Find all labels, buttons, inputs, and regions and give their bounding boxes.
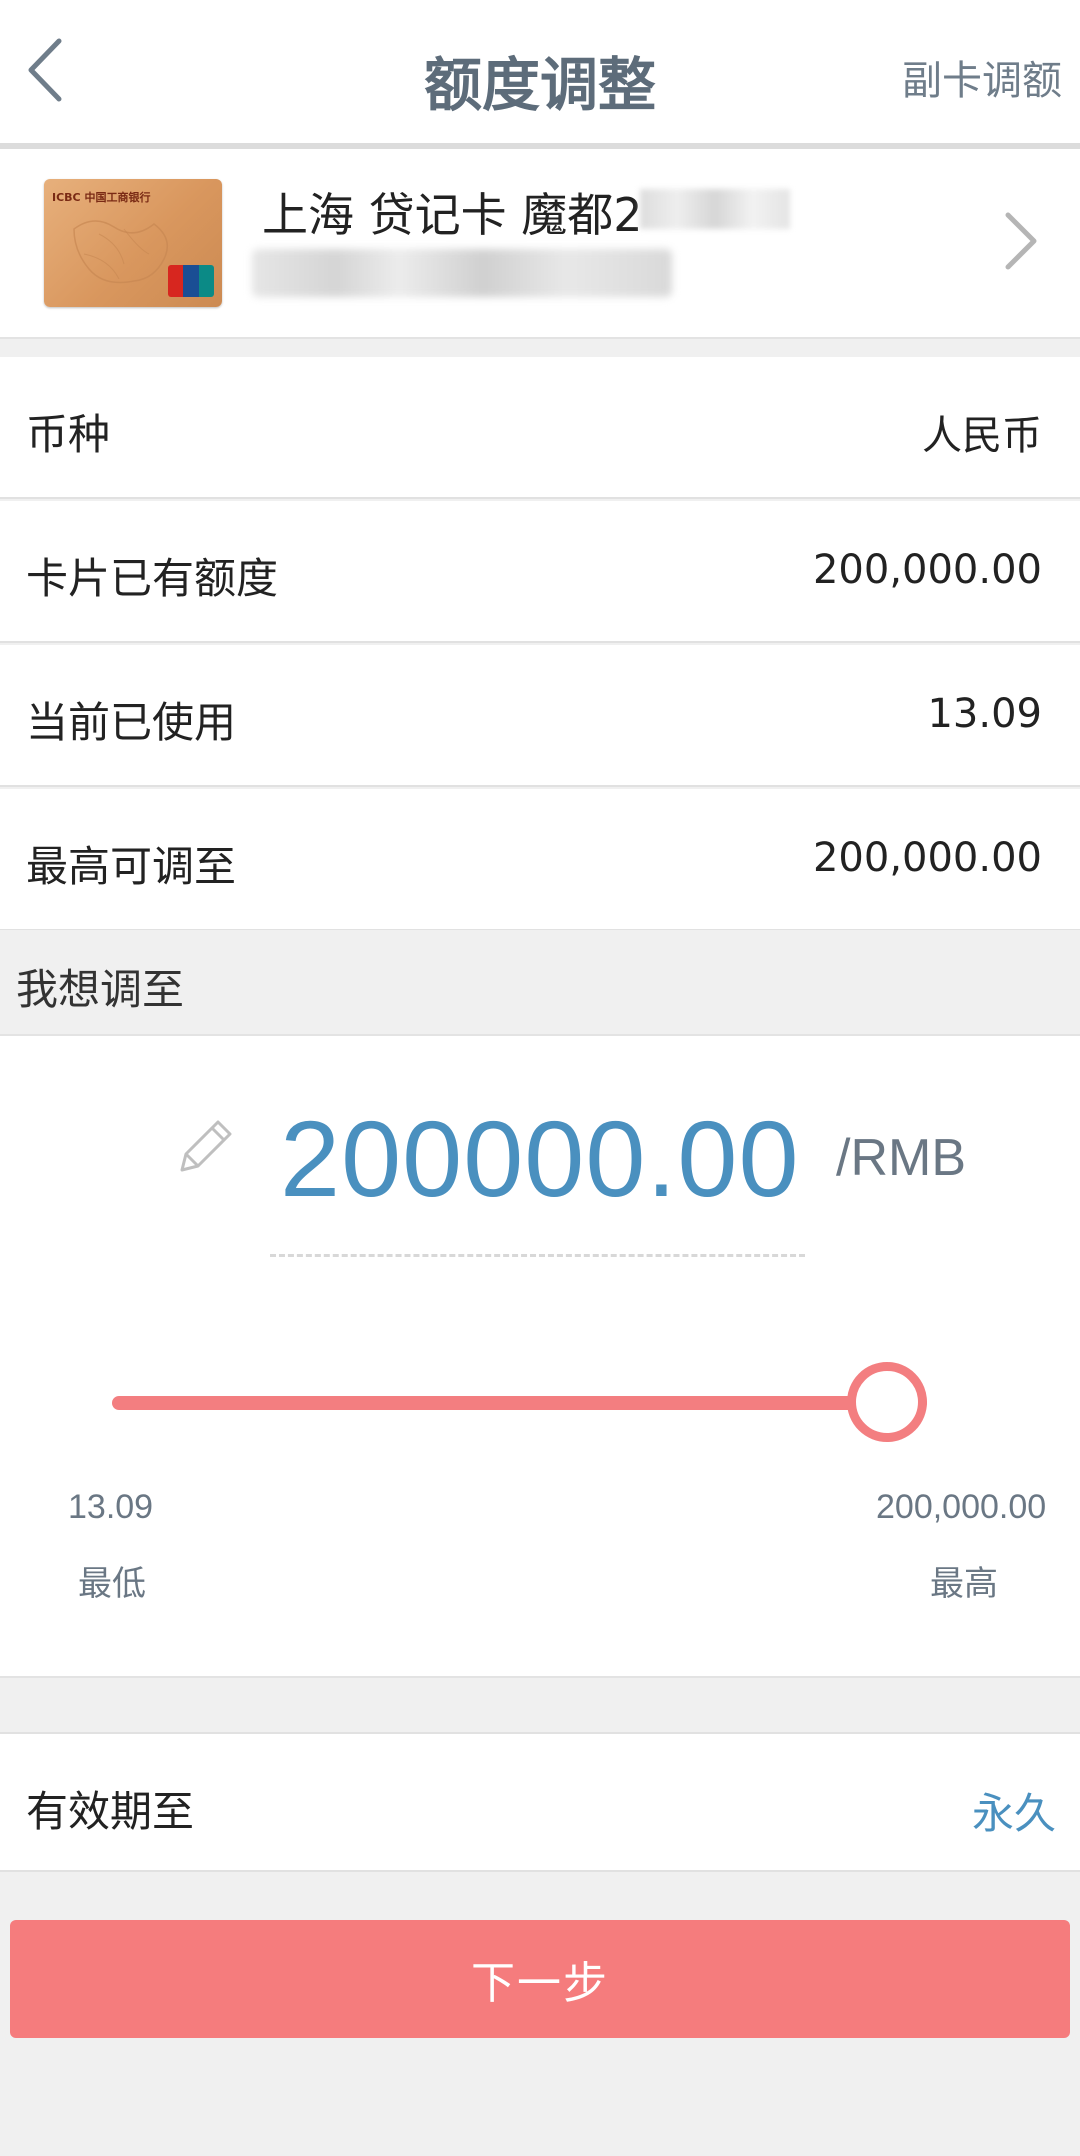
max-adjustable-value: 200,000.00 xyxy=(812,835,1042,881)
card-bank-text: ICBC 中国工商银行 xyxy=(52,191,151,204)
max-adjustable-label: 最高可调至 xyxy=(26,842,237,891)
unionpay-logo xyxy=(168,265,214,297)
currency-row: 币种 人民币 xyxy=(0,357,1080,499)
slider-min-label: 最低 xyxy=(78,1564,146,1604)
currency-label: 币种 xyxy=(26,410,111,459)
header: 额度调整 副卡调额 xyxy=(0,0,1080,143)
used-amount-row: 当前已使用 13.09 xyxy=(0,645,1080,787)
next-step-label: 下一步 xyxy=(471,1958,609,2009)
target-amount-input[interactable]: 200000.00 xyxy=(280,1096,800,1221)
used-amount-label: 当前已使用 xyxy=(26,698,237,747)
used-amount-value: 13.09 xyxy=(927,691,1042,737)
existing-limit-row: 卡片已有额度 200,000.00 xyxy=(0,501,1080,643)
chevron-right-icon xyxy=(996,201,1046,281)
validity-label: 有效期至 xyxy=(26,1787,195,1836)
card-number-redaction xyxy=(252,249,672,297)
target-section-label: 我想调至 xyxy=(16,965,185,1014)
target-section-header: 我想调至 xyxy=(0,930,1080,1034)
amount-unit: /RMB xyxy=(836,1129,966,1187)
card-map-pattern xyxy=(73,220,169,284)
card-name-redaction xyxy=(640,189,790,229)
validity-row[interactable]: 有效期至 永久 xyxy=(0,1732,1080,1872)
amount-underline xyxy=(270,1254,805,1257)
existing-limit-label: 卡片已有额度 xyxy=(26,554,279,603)
sub-card-adjust-link[interactable]: 副卡调额 xyxy=(902,48,1062,106)
slider-max-value: 200,000.00 xyxy=(876,1488,1047,1526)
currency-value: 人民币 xyxy=(922,413,1042,459)
card-selector[interactable]: ICBC 中国工商银行 上海 贷记卡 魔都2 xyxy=(0,149,1080,339)
next-step-button[interactable]: 下一步 xyxy=(10,1920,1070,2038)
validity-value[interactable]: 永久 xyxy=(972,1780,1056,1841)
amount-adjust-panel: 200000.00 /RMB 13.09 最低 200,000.00 最高 xyxy=(0,1034,1080,1678)
limit-slider-thumb[interactable] xyxy=(847,1362,927,1442)
existing-limit-value: 200,000.00 xyxy=(812,547,1042,593)
max-adjustable-row: 最高可调至 200,000.00 xyxy=(0,789,1080,931)
pencil-icon[interactable] xyxy=(170,1112,240,1182)
limit-slider-track[interactable] xyxy=(112,1396,927,1410)
slider-min-value: 13.09 xyxy=(68,1488,154,1526)
card-image: ICBC 中国工商银行 xyxy=(44,179,222,307)
slider-max-label: 最高 xyxy=(930,1564,998,1604)
card-name: 上海 贷记卡 魔都2 xyxy=(262,188,643,242)
